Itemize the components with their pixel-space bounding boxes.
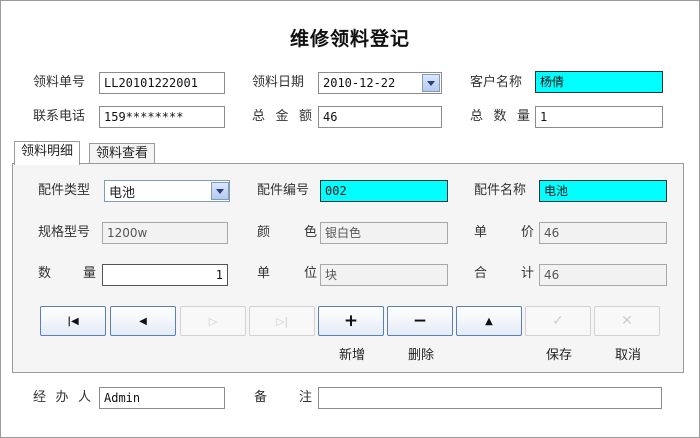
remark-field[interactable] <box>318 387 662 409</box>
chevron-down-icon <box>216 188 224 194</box>
qty-detail-label: 数量 <box>38 266 96 281</box>
prev-record-button[interactable]: ◀ <box>110 306 176 336</box>
part-type-label: 配件类型 <box>38 183 91 198</box>
first-icon: |◀ <box>67 315 79 327</box>
up-arrow-icon: ▲ <box>485 315 493 327</box>
next-record-button[interactable]: ▷ <box>180 306 246 336</box>
color-field: 银白色 <box>320 222 448 244</box>
next-icon: ▷ <box>208 314 218 328</box>
total-label: 合计 <box>474 266 534 281</box>
tab-detail[interactable]: 领料明细 <box>14 141 81 165</box>
amount-field[interactable]: 46 <box>318 106 442 128</box>
order-no-field[interactable]: LL20101222001 <box>99 72 225 94</box>
date-value: 2010-12-22 <box>323 76 396 90</box>
part-type-value: 电池 <box>109 185 136 201</box>
phone-field[interactable]: 159******** <box>99 106 225 128</box>
delete-button[interactable]: − <box>387 306 453 336</box>
part-code-label: 配件编号 <box>257 183 310 198</box>
first-record-button[interactable]: |◀ <box>40 306 106 336</box>
plus-icon: + <box>343 311 359 331</box>
minus-icon: − <box>412 311 428 331</box>
spec-label: 规格型号 <box>38 225 91 240</box>
part-code-field[interactable]: 002 <box>320 180 448 202</box>
phone-label: 联系电话 <box>33 109 86 124</box>
date-dropdown-button[interactable] <box>422 74 440 92</box>
price-field: 46 <box>539 222 667 244</box>
unit-label: 单位 <box>257 266 317 281</box>
customer-field[interactable]: 杨倩 <box>535 71 663 93</box>
last-record-button[interactable]: ▷| <box>249 306 315 336</box>
order-no-label: 领料单号 <box>33 75 86 90</box>
qty-field[interactable]: 1 <box>102 264 228 286</box>
part-name-label: 配件名称 <box>474 183 527 198</box>
add-caption: 新增 <box>338 348 365 363</box>
cancel-icon: ✕ <box>621 313 633 329</box>
save-button[interactable]: ✓ <box>525 306 591 336</box>
up-button[interactable]: ▲ <box>456 306 522 336</box>
check-icon: ✓ <box>552 313 564 329</box>
date-label: 领料日期 <box>252 75 305 90</box>
delete-caption: 删除 <box>407 348 434 363</box>
unit-field: 块 <box>320 264 448 286</box>
prev-icon: ◀ <box>139 315 147 327</box>
handler-field[interactable]: Admin <box>99 387 225 409</box>
customer-label: 客户名称 <box>470 75 523 90</box>
part-type-dropdown-button[interactable] <box>211 182 229 200</box>
price-label: 单价 <box>474 225 534 240</box>
add-button[interactable]: + <box>318 306 384 336</box>
last-icon: ▷| <box>275 314 289 328</box>
cancel-button[interactable]: ✕ <box>594 306 660 336</box>
spec-field: 1200w <box>102 222 228 244</box>
remark-label: 备注 <box>254 390 312 405</box>
tab-view[interactable]: 领料查看 <box>89 143 156 165</box>
qty-label: 总数量 <box>470 109 530 124</box>
amount-label: 总金额 <box>252 109 312 124</box>
total-field: 46 <box>539 264 667 286</box>
page-title: 维修领料登记 <box>289 28 410 50</box>
part-name-field[interactable]: 电池 <box>539 180 667 202</box>
save-caption: 保存 <box>545 348 572 363</box>
handler-label: 经办人 <box>33 390 91 405</box>
color-label: 颜色 <box>257 225 317 240</box>
total-qty-field[interactable]: 1 <box>535 106 663 128</box>
chevron-down-icon <box>427 80 435 86</box>
cancel-caption: 取消 <box>614 348 641 363</box>
